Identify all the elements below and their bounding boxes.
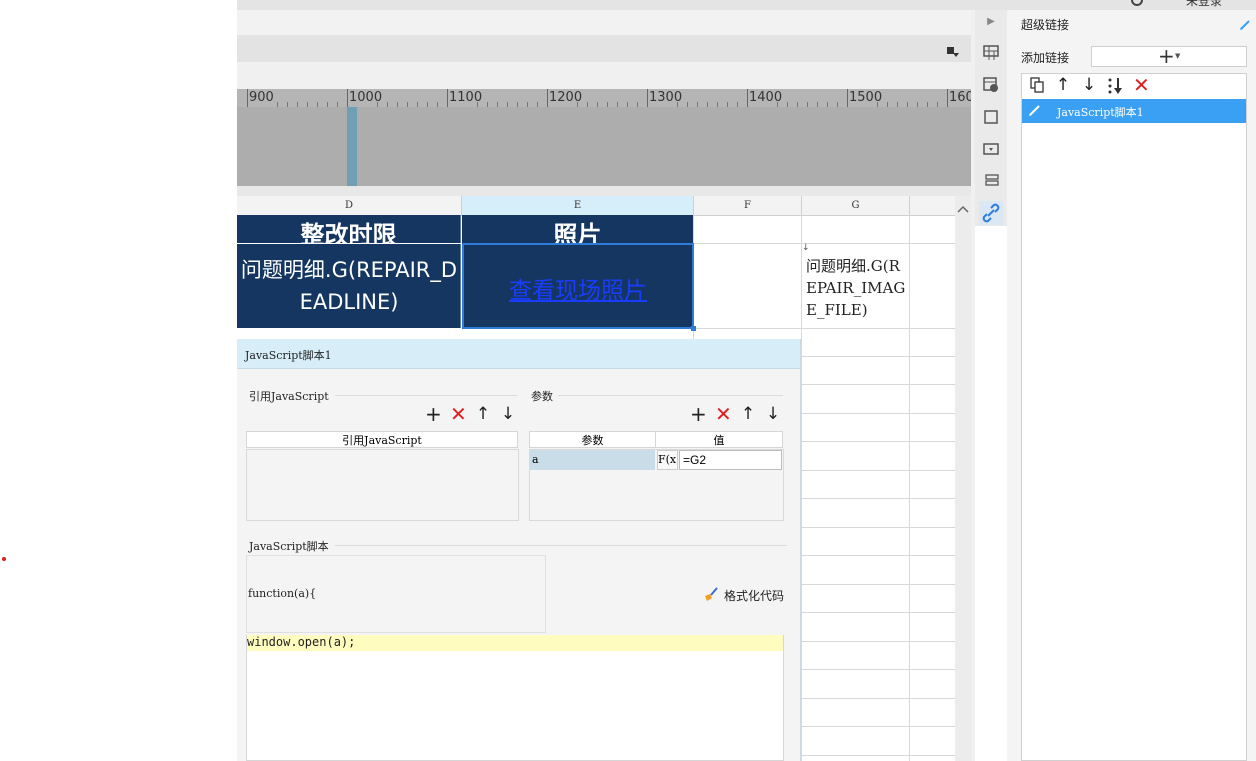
cell-e1-header[interactable]: 照片 <box>462 215 693 243</box>
add-ref-icon[interactable]: + <box>425 404 442 424</box>
plus-icon: + <box>1158 44 1175 68</box>
grid-line <box>909 215 910 761</box>
grid-line <box>801 527 955 528</box>
grid-line <box>801 498 955 499</box>
widget-icon[interactable] <box>983 109 999 125</box>
toolbar-spacer <box>237 62 972 89</box>
grid-line <box>801 584 955 585</box>
move-down-ref-icon[interactable]: ↓ <box>500 406 516 423</box>
photo-link[interactable]: 查看现场照片 <box>464 271 692 305</box>
params-col-name: 参数 <box>529 431 656 448</box>
cell-d1-header[interactable]: 整改时限 <box>237 215 461 243</box>
delete-param-icon[interactable]: ✕ <box>715 404 732 424</box>
add-link-label: 添加链接 <box>1021 51 1070 65</box>
timeline-playhead[interactable] <box>347 107 357 186</box>
add-link-dropdown[interactable]: + ▼ <box>1091 44 1247 68</box>
grid-line <box>801 441 955 442</box>
grid-line <box>801 755 955 756</box>
pencil-icon <box>1028 102 1042 121</box>
move-up-link-icon[interactable]: ↑ <box>1055 77 1071 94</box>
designer-toolbar <box>237 35 972 62</box>
grid-line <box>801 555 955 556</box>
form-icon[interactable] <box>983 141 999 157</box>
grid-line <box>801 669 955 670</box>
column-header-h[interactable] <box>910 196 956 216</box>
move-up-param-icon[interactable]: ↑ <box>740 406 756 423</box>
code-editor[interactable] <box>246 635 784 761</box>
column-header-g[interactable]: G <box>802 196 910 216</box>
grid-line <box>801 726 955 727</box>
timeline-ruler: 900 1000 1100 1200 1300 1400 1500 160 <box>237 89 972 107</box>
formula-fx-icon[interactable]: F(x) <box>657 450 678 470</box>
ref-js-label: 引用JavaScript <box>249 390 329 403</box>
vertical-scrollbar[interactable] <box>955 196 971 761</box>
cell-d2-text: 问题明细.G(REPAIR_DEADLINE) <box>240 258 458 314</box>
chevron-down-icon: ▼ <box>1175 52 1181 60</box>
ruler-label: 160 <box>949 90 972 105</box>
timeline-footer <box>237 186 972 196</box>
grid-line <box>801 612 955 613</box>
delete-ref-icon[interactable]: ✕ <box>450 404 467 424</box>
function-signature: function(a){ <box>248 587 317 600</box>
delete-link-icon[interactable]: ✕ <box>1133 75 1150 95</box>
login-status[interactable]: 未登录 <box>1186 0 1222 9</box>
collapse-arrow-icon[interactable]: ▶ <box>983 14 999 30</box>
expand-arrow-icon: ↓ <box>802 243 810 253</box>
section-divider <box>335 545 787 546</box>
cell-g2-text: 问题明细.G(REPAIR_IMAGE_FILE) <box>806 257 906 319</box>
copy-icon[interactable] <box>1029 77 1045 97</box>
grid-line <box>801 384 955 385</box>
cell-element-icon[interactable] <box>983 45 999 61</box>
column-header-f[interactable]: F <box>694 196 802 216</box>
cell-g2-formula[interactable]: 问题明细.G(REPAIR_IMAGE_FILE) <box>802 244 909 328</box>
ruler-label: 900 <box>249 90 274 105</box>
grid-line <box>801 356 955 357</box>
edit-pencil-icon[interactable] <box>1239 16 1251 35</box>
hyperlink-icon[interactable] <box>979 201 1003 225</box>
param-value-text: =G2 <box>683 453 707 467</box>
param-value-input[interactable]: =G2 <box>679 450 782 470</box>
broom-icon[interactable] <box>703 586 719 602</box>
selection-handle[interactable] <box>691 326 696 331</box>
param-name-cell[interactable]: a <box>530 450 655 470</box>
ref-js-table-header: 引用JavaScript <box>246 431 518 448</box>
ref-js-table-body[interactable] <box>246 449 519 521</box>
condition-icon[interactable] <box>983 173 999 189</box>
link-item-label: JavaScript脚本1 <box>1057 106 1144 119</box>
add-param-icon[interactable]: + <box>690 404 707 424</box>
tab-strip <box>237 10 972 35</box>
link-item-selected[interactable]: JavaScript脚本1 <box>1022 99 1246 123</box>
cell-d2-formula[interactable]: 问题明细.G(REPAIR_DEADLINE) <box>237 244 461 328</box>
top-status-bar <box>237 0 1256 10</box>
section-divider <box>558 395 783 396</box>
hyperlink-panel-title: 超级链接 <box>1021 18 1070 32</box>
params-label: 参数 <box>531 390 553 403</box>
red-dot <box>2 557 6 561</box>
link-list <box>1021 73 1247 761</box>
toolbar-dropdown-icon[interactable] <box>947 43 959 57</box>
section-divider <box>335 395 518 396</box>
param-name-text: a <box>532 453 539 466</box>
cell-attribute-icon[interactable] <box>983 77 999 93</box>
grid-line <box>801 698 955 699</box>
sort-icon[interactable] <box>1106 77 1124 99</box>
move-up-ref-icon[interactable]: ↑ <box>475 406 491 423</box>
column-header-d[interactable]: D <box>237 196 462 216</box>
script-section-label: JavaScript脚本 <box>249 540 329 553</box>
grid-line <box>801 641 955 642</box>
js-panel-title: JavaScript脚本1 <box>245 349 332 362</box>
code-line[interactable]: window.open(a); <box>247 635 355 649</box>
column-header-e[interactable]: E <box>462 196 694 216</box>
params-col-value: 值 <box>655 431 783 448</box>
format-code-button[interactable]: 格式化代码 <box>724 587 784 604</box>
move-down-param-icon[interactable]: ↓ <box>765 406 781 423</box>
cell-e2-selected[interactable]: 查看现场照片 <box>462 243 694 329</box>
grid-line <box>801 413 955 414</box>
scroll-up-icon[interactable] <box>957 199 969 218</box>
move-down-link-icon[interactable]: ↓ <box>1081 77 1097 94</box>
grid-line <box>801 470 955 471</box>
